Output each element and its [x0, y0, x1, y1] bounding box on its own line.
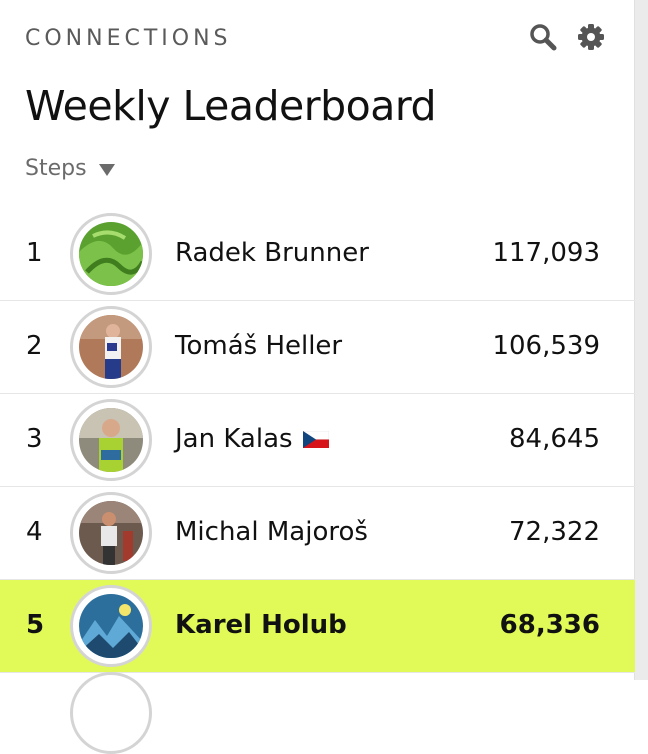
leaderboard-row[interactable]: 2 Tomáš Heller 106,539 — [0, 301, 635, 394]
search-button[interactable] — [528, 22, 558, 52]
rank-number: 3 — [26, 424, 43, 454]
caret-down-icon — [98, 164, 115, 176]
user-name[interactable]: Karel Holub — [175, 610, 347, 640]
gear-icon — [578, 24, 604, 50]
metric-dropdown-label: Steps — [25, 156, 87, 181]
search-icon — [530, 24, 557, 51]
czech-flag-icon — [302, 430, 329, 448]
step-count: 106,539 — [492, 331, 600, 361]
avatar-image — [79, 315, 143, 379]
leaderboard-row-current-user[interactable]: 5 Karel Holub 68,336 — [0, 580, 635, 673]
rank-number: 4 — [26, 517, 43, 547]
avatar-image — [79, 222, 143, 286]
rank-number: 1 — [26, 238, 43, 268]
user-name[interactable]: Jan Kalas — [175, 424, 329, 454]
page-title: Weekly Leaderboard — [25, 82, 437, 130]
avatar[interactable] — [70, 492, 152, 574]
user-name[interactable]: Tomáš Heller — [175, 331, 342, 361]
leaderboard-row[interactable]: 1 Radek Brunner 117,093 — [0, 208, 635, 301]
scrollbar[interactable] — [634, 0, 648, 680]
step-count: 117,093 — [492, 238, 600, 268]
step-count: 68,336 — [499, 610, 600, 640]
avatar[interactable] — [70, 672, 152, 754]
settings-button[interactable] — [576, 22, 606, 52]
step-count: 84,645 — [509, 424, 600, 454]
rank-number: 2 — [26, 331, 43, 361]
section-label: CONNECTIONS — [25, 26, 232, 51]
step-count: 72,322 — [509, 517, 600, 547]
leaderboard-row[interactable]: 4 Michal Majoroš 72,322 — [0, 487, 635, 580]
metric-dropdown[interactable]: Steps — [25, 156, 115, 181]
avatar-image — [79, 594, 143, 658]
leaderboard-list: 1 Radek Brunner 117,093 2 Tomáš Heller 1… — [0, 208, 635, 673]
rank-number: 5 — [26, 610, 45, 640]
user-name[interactable]: Michal Majoroš — [175, 517, 368, 547]
avatar-image — [79, 501, 143, 565]
user-name[interactable]: Radek Brunner — [175, 238, 369, 268]
avatar[interactable] — [70, 306, 152, 388]
avatar[interactable] — [70, 213, 152, 295]
avatar-image — [79, 408, 143, 472]
leaderboard-row[interactable]: 3 Jan Kalas 84,645 — [0, 394, 635, 487]
avatar[interactable] — [70, 585, 152, 667]
avatar[interactable] — [70, 399, 152, 481]
